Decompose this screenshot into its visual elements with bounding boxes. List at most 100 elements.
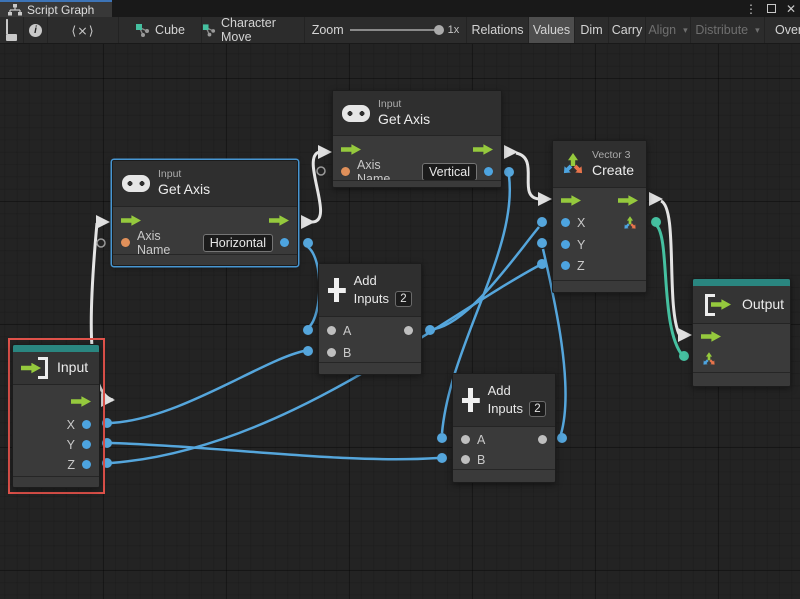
- breadcrumb-label: Cube: [155, 23, 185, 37]
- generic-port-icon[interactable]: [327, 326, 336, 335]
- float-port-icon[interactable]: [82, 420, 91, 429]
- zoom-value: 1x: [448, 24, 460, 36]
- inputs-label: Inputs: [354, 290, 389, 308]
- tab-label: Script Graph: [27, 3, 94, 17]
- node-caption: Input: [378, 98, 430, 111]
- port-row-y: Y: [13, 434, 99, 455]
- breadcrumb-label: Character Move: [221, 16, 304, 44]
- generic-port-icon[interactable]: [461, 455, 470, 464]
- flow-arrow-icon: [341, 144, 361, 155]
- graph-node-icon: [135, 23, 150, 37]
- breadcrumb-character-move[interactable]: Character Move: [202, 17, 305, 43]
- gamepad-icon: [122, 175, 150, 192]
- align-dropdown[interactable]: Align ▾: [646, 17, 691, 43]
- float-port-icon[interactable]: [561, 261, 570, 270]
- node-get-axis-horizontal[interactable]: Input Get Axis Axis Name Horizontal: [112, 160, 298, 266]
- port-row-x: X: [553, 212, 646, 233]
- input-icon: [19, 357, 51, 379]
- flow-arrow-icon: [71, 396, 91, 407]
- output-icon: [702, 294, 734, 316]
- info-icon: i: [29, 24, 42, 37]
- relations-button[interactable]: Relations: [467, 17, 529, 43]
- float-port-icon[interactable]: [82, 460, 91, 469]
- dim-button[interactable]: Dim: [575, 17, 609, 43]
- port-label: B: [477, 453, 485, 467]
- port-row-b: B: [453, 449, 555, 470]
- axis-name-field[interactable]: Vertical: [422, 163, 477, 181]
- breadcrumb-cube[interactable]: Cube: [119, 17, 202, 43]
- port-label: A: [343, 324, 351, 338]
- axis-name-field[interactable]: Horizontal: [203, 234, 273, 252]
- distribute-dropdown[interactable]: Distribute ▾: [691, 17, 765, 43]
- float-port-icon[interactable]: [280, 238, 289, 247]
- float-port-icon[interactable]: [82, 440, 91, 449]
- graph-input-bar: [13, 345, 99, 352]
- node-get-axis-vertical[interactable]: Input Get Axis Axis Name Vertical: [332, 90, 502, 188]
- node-input[interactable]: Input X Y Z: [12, 344, 100, 488]
- chevron-down-icon: ▾: [683, 25, 688, 36]
- zoom-label: Zoom: [312, 23, 344, 37]
- plus-icon: [328, 278, 346, 302]
- float-port-icon[interactable]: [561, 218, 570, 227]
- graph-output-bar: [693, 279, 790, 286]
- axis-name-row: Axis Name Horizontal: [113, 232, 297, 253]
- generic-port-icon[interactable]: [538, 435, 547, 444]
- script-graph-icon: [8, 4, 22, 16]
- flow-arrow-icon: [121, 215, 141, 226]
- zoom-slider[interactable]: [350, 29, 442, 31]
- generic-port-icon[interactable]: [404, 326, 413, 335]
- kebab-menu-icon[interactable]: ⋮: [745, 3, 757, 15]
- close-icon[interactable]: ✕: [786, 3, 796, 15]
- node-title: Output: [742, 296, 784, 314]
- float-port-icon[interactable]: [561, 240, 570, 249]
- zoom-control: Zoom 1x: [305, 17, 467, 43]
- string-port-icon[interactable]: [121, 238, 130, 247]
- maximize-icon[interactable]: [767, 4, 776, 13]
- inputs-count-field[interactable]: 2: [395, 291, 412, 307]
- angle-brackets-icon: ⟨×⟩: [71, 23, 94, 38]
- node-add-1[interactable]: Add Inputs 2 A B: [318, 263, 422, 375]
- port-row-y: Y: [553, 234, 646, 255]
- port-label: Z: [67, 458, 75, 472]
- node-vector3-create[interactable]: Vector 3 Create X Y Z: [552, 140, 647, 293]
- port-label: X: [577, 216, 585, 230]
- zoom-slider-handle[interactable]: [434, 25, 444, 35]
- info-button[interactable]: i: [24, 17, 48, 43]
- float-port-icon[interactable]: [484, 167, 493, 176]
- port-row-b: B: [319, 342, 421, 363]
- flow-arrow-icon: [701, 331, 721, 342]
- generic-port-icon[interactable]: [327, 348, 336, 357]
- node-footer: [113, 254, 297, 265]
- plus-icon: [462, 388, 480, 412]
- string-port-icon[interactable]: [341, 167, 350, 176]
- port-row-z: Z: [13, 454, 99, 475]
- flow-arrow-icon: [473, 144, 493, 155]
- carry-button[interactable]: Carry: [609, 17, 646, 43]
- node-output[interactable]: Output: [692, 278, 791, 387]
- port-label: Y: [577, 238, 585, 252]
- control-row: [13, 391, 99, 412]
- values-button[interactable]: Values: [529, 17, 575, 43]
- inputs-count-field[interactable]: 2: [529, 401, 546, 417]
- node-title: Input: [57, 359, 88, 377]
- port-row-a: A: [453, 429, 555, 450]
- generic-port-icon[interactable]: [461, 435, 470, 444]
- inputs-label: Inputs: [488, 400, 523, 418]
- window-controls: ⋮ ✕: [745, 0, 796, 17]
- flow-arrow-icon: [561, 195, 581, 206]
- port-label: Z: [577, 259, 585, 273]
- port-label: X: [67, 418, 75, 432]
- port-row-z: Z: [553, 255, 646, 276]
- vector3-port-icon[interactable]: [701, 351, 717, 367]
- vector3-port-icon[interactable]: [622, 215, 638, 231]
- lock-button[interactable]: [0, 17, 24, 43]
- node-title: Create: [592, 162, 634, 180]
- code-view-button[interactable]: ⟨×⟩: [48, 17, 119, 43]
- overview-button[interactable]: Overview: [765, 17, 800, 43]
- node-footer: [693, 372, 790, 386]
- flow-arrow-icon: [618, 195, 638, 206]
- tab-script-graph[interactable]: Script Graph: [0, 0, 112, 17]
- node-add-2[interactable]: Add Inputs 2 A B: [452, 373, 556, 483]
- node-footer: [13, 476, 99, 487]
- node-title: Get Axis: [378, 111, 430, 129]
